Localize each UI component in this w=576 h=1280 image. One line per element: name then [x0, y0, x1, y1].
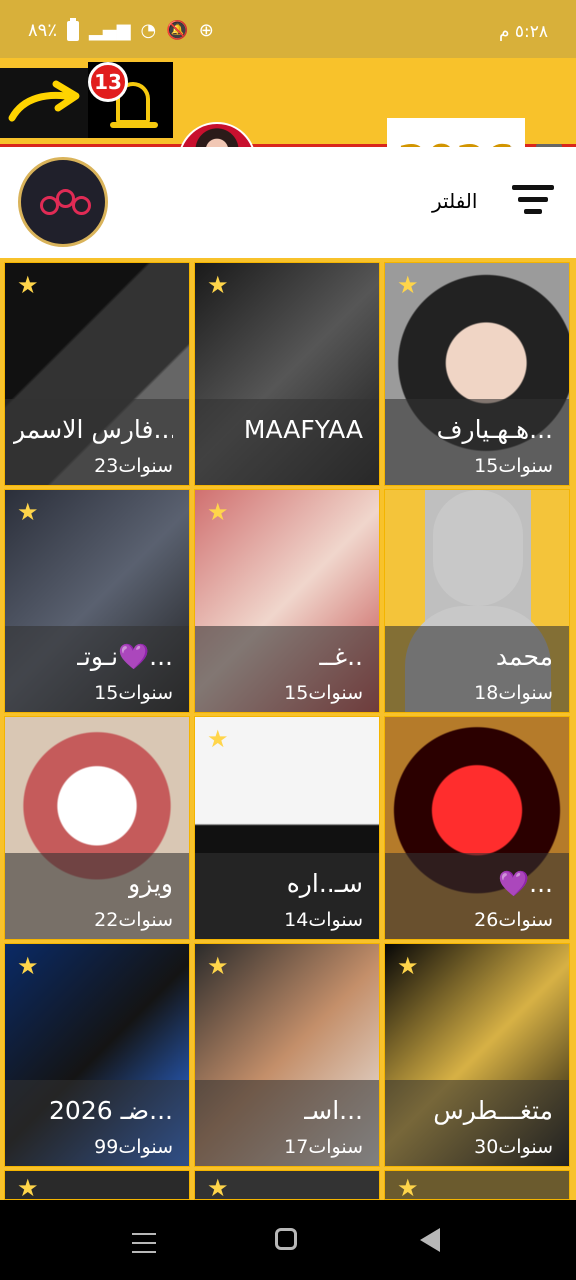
profile-overlay: 💜... 26سنوات	[385, 853, 569, 939]
profile-age: 23سنوات	[94, 455, 173, 477]
filter-icon[interactable]	[512, 185, 554, 217]
profile-age: 18سنوات	[474, 682, 553, 704]
profile-card[interactable]: ★ سـ..اره 14سنوات	[194, 716, 380, 940]
profile-overlay: محمد 18سنوات	[385, 626, 569, 712]
profile-name: نـوتـ💜...	[76, 642, 173, 671]
notification-count-badge: 13	[88, 62, 128, 102]
star-icon: ★	[207, 1174, 229, 1200]
profile-age: 17سنوات	[284, 1136, 363, 1158]
system-navigation-bar	[0, 1200, 576, 1280]
app-header: 13 2026	[0, 58, 576, 202]
profile-age: 15سنوات	[284, 682, 363, 704]
profile-name: ويزو	[128, 869, 173, 898]
profile-name: ضـ 2026...	[49, 1096, 173, 1125]
notification-off-icon: 🔕	[166, 20, 189, 41]
profile-name: سـ..اره	[286, 869, 363, 898]
profile-card[interactable]: ★ متغـــطرس 30سنوات	[384, 943, 570, 1167]
profile-overlay: سـ..اره 14سنوات	[195, 853, 379, 939]
profile-age: 15سنوات	[94, 682, 173, 704]
star-icon: ★	[397, 271, 419, 299]
star-icon: ★	[17, 1174, 39, 1200]
profile-card-partial[interactable]: ★	[384, 1170, 570, 1200]
recent-apps-button[interactable]	[132, 1233, 156, 1253]
profile-card[interactable]: ★ اسـ... 17سنوات	[194, 943, 380, 1167]
wifi-icon: ◔	[140, 20, 157, 41]
profile-overlay: نـوتـ💜... 15سنوات	[5, 626, 189, 712]
profile-overlay: هـﻬـيارف... 15سنوات	[385, 399, 569, 485]
profile-age: 99سنوات	[94, 1136, 173, 1158]
filter-label[interactable]: الفلتر	[432, 189, 477, 213]
status-time: ٥:٢٨ م	[498, 22, 548, 42]
profile-card-partial[interactable]: ★	[194, 1170, 380, 1200]
profile-name: محمد	[495, 642, 553, 671]
profile-card[interactable]: ★ غــ.. 15سنوات	[194, 489, 380, 713]
profile-grid: ★ فارس الاسمر... 23سنوات ★ MAAFYAA ★ هـﻬ…	[0, 258, 576, 1200]
signal-icon: ▂▄▆	[89, 20, 131, 41]
profile-overlay: فارس الاسمر... 23سنوات	[5, 399, 189, 485]
star-icon: ★	[17, 271, 39, 299]
sync-icon: ⊕	[198, 20, 214, 41]
profile-name: فارس الاسمر...	[13, 415, 173, 444]
profile-age: 15سنوات	[474, 455, 553, 477]
profile-overlay: ويزو 22سنوات	[5, 853, 189, 939]
profile-card[interactable]: ★ هـﻬـيارف... 15سنوات	[384, 262, 570, 486]
star-icon: ★	[207, 271, 229, 299]
star-icon: ★	[397, 952, 419, 980]
star-icon: ★	[17, 498, 39, 526]
status-bar: ٨٩٪ ▂▄▆ ◔ 🔕 ⊕ ٥:٢٨ م	[0, 0, 576, 58]
home-button[interactable]	[275, 1228, 297, 1250]
group-icon	[40, 189, 91, 215]
star-icon: ★	[207, 498, 229, 526]
battery-icon	[67, 17, 80, 41]
profile-card[interactable]: ★ نـوتـ💜... 15سنوات	[4, 489, 190, 713]
profile-card[interactable]: ★ ضـ 2026... 99سنوات	[4, 943, 190, 1167]
profile-card[interactable]: 💜... 26سنوات	[384, 716, 570, 940]
profile-overlay: غــ.. 15سنوات	[195, 626, 379, 712]
profile-age: 22سنوات	[94, 909, 173, 931]
profile-age: 30سنوات	[474, 1136, 553, 1158]
profile-overlay: متغـــطرس 30سنوات	[385, 1080, 569, 1166]
profile-name: MAAFYAA	[243, 415, 363, 444]
share-arrow-banner[interactable]	[0, 68, 88, 138]
profile-card[interactable]: محمد 18سنوات	[384, 489, 570, 713]
profile-name: 💜...	[498, 869, 553, 898]
profile-card[interactable]: ويزو 22سنوات	[4, 716, 190, 940]
star-icon: ★	[207, 725, 229, 753]
profile-name: متغـــطرس	[433, 1096, 553, 1125]
battery-percent: ٨٩٪	[28, 20, 58, 41]
filter-bar: الفلتر	[0, 147, 576, 257]
profile-name: هـﻬـيارف...	[436, 415, 553, 444]
profile-overlay: MAAFYAA	[195, 399, 379, 485]
profile-overlay: ضـ 2026... 99سنوات	[5, 1080, 189, 1166]
star-icon: ★	[207, 952, 229, 980]
curved-arrow-icon	[8, 80, 80, 122]
profile-overlay: اسـ... 17سنوات	[195, 1080, 379, 1166]
profile-card-partial[interactable]: ★	[4, 1170, 190, 1200]
status-icons: ٨٩٪ ▂▄▆ ◔ 🔕 ⊕	[28, 17, 214, 41]
star-icon: ★	[17, 952, 39, 980]
star-icon: ★	[397, 1174, 419, 1200]
profile-age: 26سنوات	[474, 909, 553, 931]
group-filter-button[interactable]	[18, 157, 108, 247]
profile-card[interactable]: ★ فارس الاسمر... 23سنوات	[4, 262, 190, 486]
profile-name: اسـ...	[303, 1096, 363, 1125]
profile-card[interactable]: ★ MAAFYAA	[194, 262, 380, 486]
profile-age: 14سنوات	[284, 909, 363, 931]
profile-name: غــ..	[319, 642, 363, 671]
notification-button[interactable]: 13	[88, 62, 173, 138]
back-button[interactable]	[420, 1228, 440, 1252]
